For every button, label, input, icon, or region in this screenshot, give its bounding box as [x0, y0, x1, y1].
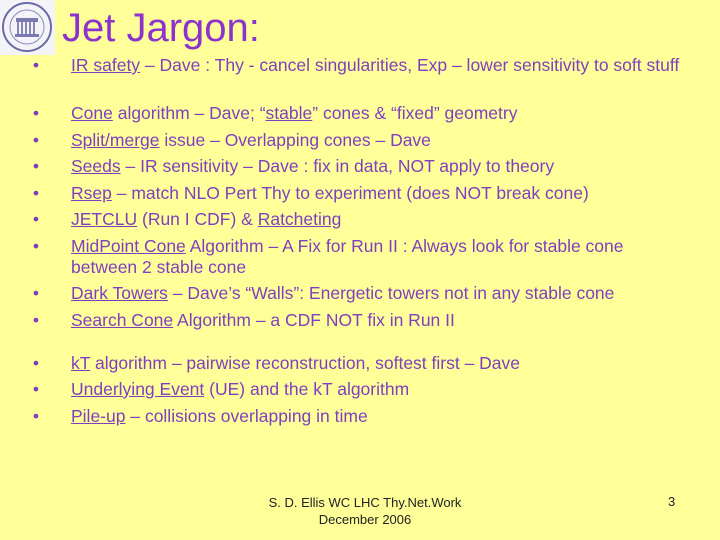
term-link[interactable]: Dark Towers: [71, 283, 168, 303]
item-text: – Dave : Thy - cancel singularities, Exp…: [140, 55, 680, 75]
term-link[interactable]: Underlying Event: [71, 379, 204, 399]
university-seal-logo: [0, 0, 55, 55]
bullet-icon: •: [32, 156, 40, 176]
item-text: Algorithm – a CDF NOT fix in Run II: [173, 309, 455, 330]
bullet-icon: •: [32, 129, 40, 150]
item-text: (Run I CDF) &: [137, 209, 258, 229]
item-text: – collisions overlapping in time: [125, 405, 368, 426]
footer-author: S. D. Ellis WC LHC Thy.Net.Work: [268, 495, 462, 510]
term-link[interactable]: Seeds: [71, 156, 121, 176]
slide-title: Jet Jargon:: [62, 6, 260, 50]
page-number: 3: [668, 494, 676, 509]
bullet-item: • Pile-up – collisions overlapping in tim…: [30, 406, 690, 427]
term-link[interactable]: JETCLU: [71, 209, 137, 229]
bullet-item: • IR safety – Dave : Thy - cancel singula…: [30, 55, 690, 76]
term-link[interactable]: kT: [71, 353, 90, 373]
term-link[interactable]: Ratcheting: [258, 209, 342, 229]
bullet-item: • Search Cone Algorithm – a CDF NOT fix i…: [30, 310, 690, 331]
bullet-item: • kT algorithm – pairwise reconstruction,…: [30, 353, 690, 374]
term-link[interactable]: Cone: [71, 103, 113, 123]
bullet-item: • Split/merge issue – Overlapping cones –…: [30, 130, 690, 151]
bullet-icon: •: [32, 103, 40, 123]
term-link[interactable]: MidPoint Cone: [71, 236, 186, 256]
term-link[interactable]: Rsep: [71, 183, 112, 203]
bullet-icon: •: [32, 55, 40, 75]
footer-date: December 2006: [318, 512, 412, 527]
bullet-item: • Dark Towers – Dave’s “Walls”: Energetic…: [30, 283, 690, 304]
university-seal-icon: [2, 2, 52, 52]
term-link[interactable]: IR safety: [71, 55, 140, 75]
item-text: algorithm – pairwise reconstruction, sof…: [90, 352, 521, 373]
item-text: – Dave’s “Walls”: Energetic towers not i…: [167, 283, 615, 303]
bullet-icon: •: [32, 182, 40, 203]
bullet-item: • Seeds – IR sensitivity – Dave : fix in …: [30, 156, 690, 177]
item-text: algorithm – Dave; “: [112, 103, 266, 123]
item-text: (UE) and the kT algorithm: [204, 379, 410, 399]
item-text: issue – Overlapping cones – Dave: [159, 129, 431, 150]
bullet-icon: •: [32, 309, 40, 330]
bullet-icon: •: [32, 235, 40, 256]
bullet-item: • MidPoint Cone Algorithm – A Fix for Run…: [30, 236, 690, 278]
item-text: ” cones & “fixed” geometry: [312, 103, 518, 123]
bullet-icon: •: [32, 283, 40, 303]
bullet-icon: •: [32, 209, 40, 229]
term-link[interactable]: Pile-up: [71, 406, 125, 426]
bullet-icon: •: [32, 405, 40, 426]
bullet-item: • Underlying Event (UE) and the kT algori…: [30, 379, 690, 400]
bullet-item: • Cone algorithm – Dave; “stable” cones &…: [30, 103, 690, 124]
bullet-group: • kT algorithm – pairwise reconstruction,…: [30, 353, 690, 427]
slide-content: • IR safety – Dave : Thy - cancel singula…: [30, 55, 690, 432]
bullet-icon: •: [32, 352, 40, 373]
bullet-item: • JETCLU (Run I CDF) & Ratcheting: [30, 209, 690, 230]
bullet-item: • Rsep – match NLO Pert Thy to experiment…: [30, 183, 690, 204]
term-link[interactable]: stable: [266, 103, 313, 123]
item-text: – IR sensitivity – Dave : fix in data, N…: [120, 156, 555, 176]
term-link[interactable]: Split/merge: [71, 130, 160, 150]
footer: S. D. Ellis WC LHC Thy.Net.Work December…: [250, 494, 480, 528]
bullet-icon: •: [32, 379, 40, 399]
term-link[interactable]: Search Cone: [71, 310, 173, 330]
bullet-group: • IR safety – Dave : Thy - cancel singula…: [30, 55, 690, 76]
bullet-group: • Cone algorithm – Dave; “stable” cones &…: [30, 103, 690, 331]
item-text: – match NLO Pert Thy to experiment (does…: [111, 182, 589, 203]
